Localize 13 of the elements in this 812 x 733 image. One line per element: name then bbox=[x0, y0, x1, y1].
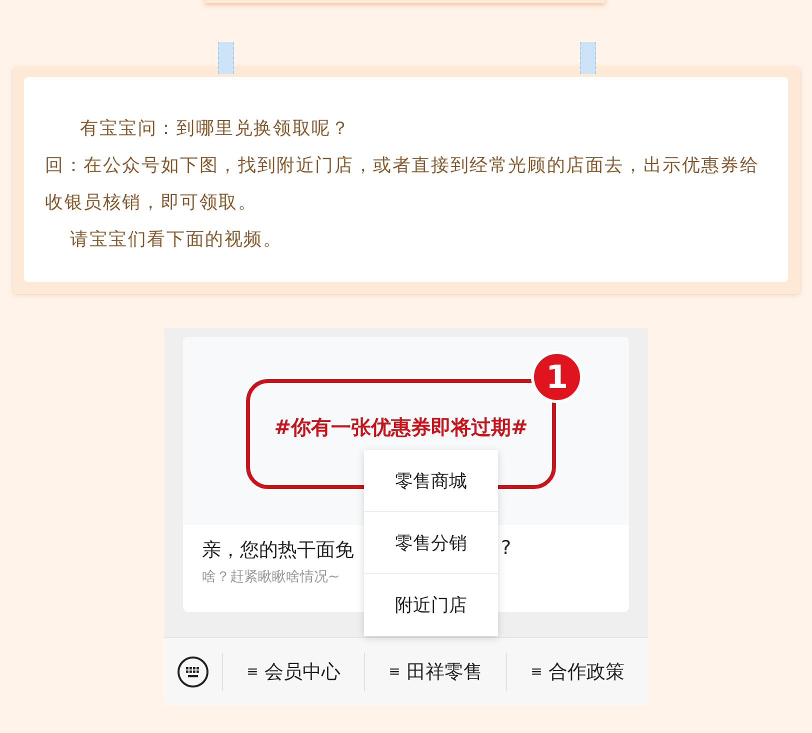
menu-button[interactable]: ≡ 田祥零售 bbox=[365, 638, 506, 705]
menu-button[interactable]: ≡ 合作政策 bbox=[507, 638, 648, 705]
card-title: 亲，您的热干面免 bbox=[202, 538, 354, 563]
menu-item[interactable]: 附近门店 bbox=[364, 574, 498, 636]
paragraph: 回：在公众号如下图，找到附近门店，或者直接到经常光顾的店面去，出示优惠券给收银员核销，即可领取。 bbox=[45, 154, 760, 215]
notification-badge: 1 bbox=[531, 351, 583, 403]
paragraph: 有宝宝问：到哪里兑换领取呢？ bbox=[79, 117, 352, 141]
card-subtitle: 啥？赶紧瞅瞅啥情况~ bbox=[202, 568, 341, 586]
paragraph: 请宝宝们看下面的视频。 bbox=[69, 228, 284, 252]
menu-item[interactable]: 零售商城 bbox=[364, 450, 498, 512]
menu-item[interactable]: 零售分销 bbox=[364, 512, 498, 574]
card-title: ? bbox=[501, 537, 512, 559]
menu-button[interactable]: ≡ 会员中心 bbox=[223, 638, 364, 705]
